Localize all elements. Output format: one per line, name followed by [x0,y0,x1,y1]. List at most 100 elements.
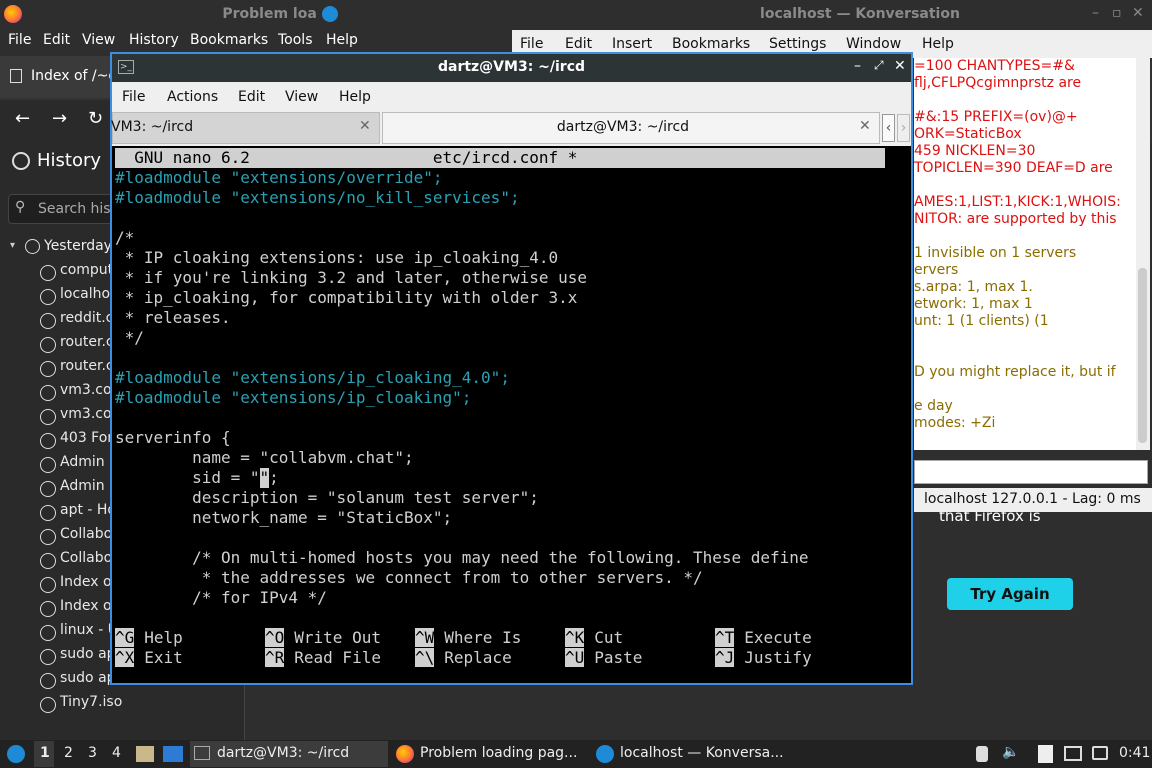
try-again-button[interactable]: Try Again [947,578,1073,610]
network-icon[interactable] [1064,746,1082,761]
kv-scrollbar[interactable] [1136,58,1150,450]
nano-shortcut[interactable]: ^G Help [115,628,183,648]
nano-shortcut[interactable]: ^R Read File [265,648,381,668]
history-item[interactable]: localhos [60,286,117,302]
task-firefox-label[interactable]: Problem loading pag... [420,745,577,761]
kv-menu-insert[interactable]: Insert [612,36,652,52]
tab-close-icon[interactable]: ✕ [859,118,871,134]
konversation-task-icon[interactable] [596,745,614,763]
workspace-2[interactable]: 2 [64,745,73,761]
history-item[interactable]: Admin P [60,454,118,470]
history-item[interactable]: reddit.c [60,310,113,326]
history-item[interactable]: sudo ap [60,646,116,662]
kv-menu-settings[interactable]: Settings [769,36,826,52]
history-item[interactable]: Admin P [60,478,118,494]
term-menu-actions[interactable]: Actions [167,89,218,105]
ff-menu-tools[interactable]: Tools [278,32,313,48]
term-menu-file[interactable]: File [122,89,145,105]
history-item[interactable]: comput [60,262,113,278]
tab-scroll-left-icon[interactable]: ‹ [882,114,895,142]
clock[interactable]: 0:41 [1119,745,1150,761]
nano-shortcut[interactable]: ^K Cut [565,628,623,648]
konversation-chat-log: =100 CHANTYPES=#& flj,CFLPQcgimnprstz are… [914,58,1136,450]
kv-scroll-thumb[interactable] [1138,268,1147,443]
ff-menu-file[interactable]: File [8,32,31,48]
term-menu-edit[interactable]: Edit [238,89,265,105]
workspace-3[interactable]: 3 [88,745,97,761]
nano-shortcut[interactable]: ^U Paste [565,648,642,668]
nano-line: * ip_cloaking, for compatibility with ol… [115,288,578,308]
history-item[interactable]: vm3.co [60,382,112,398]
history-item[interactable]: Index of [60,574,117,590]
history-item[interactable]: sudo ap [60,670,116,686]
nano-shortcut[interactable]: ^J Justify [715,648,812,668]
nano-shortcut-key: ^T [715,628,735,647]
history-item[interactable]: Index of [60,598,117,614]
terminal-tab-2[interactable]: dartz@VM3: ~/ircd ✕ [382,112,880,144]
ff-menu-help[interactable]: Help [326,32,358,48]
nano-shortcut-label: Paste [594,648,643,667]
history-item[interactable]: router.c [60,358,114,374]
minimize-icon[interactable]: – [1092,5,1099,21]
nano-shortcut[interactable]: ^X Exit [115,648,183,668]
nano-line: /* for IPv4 */ [115,588,327,608]
forward-icon[interactable]: → [52,108,67,129]
chat-line: modes: +Zi [914,415,996,431]
history-item[interactable]: Tiny7.iso [60,694,122,710]
tree-expand-icon[interactable]: ▾ [10,240,15,251]
terminal-tab-1[interactable]: VM3: ~/ircd ✕ [111,112,380,144]
tab-scroll-right-icon[interactable]: › [897,114,910,142]
kv-menu-file[interactable]: File [520,36,543,52]
show-desktop-icon[interactable] [163,746,183,762]
nano-shortcut[interactable]: ^W Where Is [415,628,521,648]
app-launcher-icon[interactable] [7,745,25,763]
term-close-icon[interactable]: ✕ [894,58,906,74]
nano-shortcut-key: ^\ [415,648,435,667]
history-item[interactable]: Collabo [60,526,112,542]
workspace-4[interactable]: 4 [112,745,121,761]
ff-menu-view[interactable]: View [82,32,115,48]
nano-line-text: * releases. [115,308,231,327]
globe-icon [40,289,56,305]
close-icon[interactable]: ✕ [1132,5,1144,21]
history-search-input[interactable]: ⚲ Search hist [8,194,118,224]
device-icon[interactable] [976,746,988,762]
kv-menu-window[interactable]: Window [846,36,901,52]
ff-menu-history[interactable]: History [129,32,179,48]
reload-icon[interactable]: ↻ [88,108,103,129]
workspace-1[interactable]: 1 [40,745,50,761]
kv-menu-edit[interactable]: Edit [565,36,592,52]
notification-icon[interactable] [1092,746,1108,760]
file-manager-icon[interactable] [136,746,154,762]
volume-icon[interactable]: 🔈 [1002,744,1019,760]
kv-menu-help[interactable]: Help [922,36,954,52]
ff-menu-edit[interactable]: Edit [43,32,70,48]
tab-close-icon[interactable]: ✕ [359,118,371,134]
nano-editor[interactable]: GNU nano 6.2 etc/ircd.conf * #loadmodule… [112,146,911,683]
term-menu-help[interactable]: Help [339,89,371,105]
history-item[interactable]: router.c [60,334,114,350]
ff-tab[interactable]: Index of /~d [0,56,117,98]
history-group-yesterday[interactable]: Yesterday [44,238,112,254]
term-menu-view[interactable]: View [285,89,318,105]
term-maximize-icon[interactable]: ⤢ [874,58,884,73]
nano-shortcut[interactable]: ^O Write Out [265,628,381,648]
nano-shortcut[interactable]: ^\ Replace [415,648,512,668]
nano-shortcut-label: Justify [744,648,812,667]
back-icon[interactable]: ← [15,108,30,129]
task-konversation-label[interactable]: localhost — Konversa... [620,745,784,761]
history-item[interactable]: apt - Ho [60,502,116,518]
history-search-placeholder: Search hist [38,201,117,217]
firefox-task-icon[interactable] [396,745,414,763]
maximize-icon[interactable]: ▫ [1112,5,1122,21]
kv-menu-bookmarks[interactable]: Bookmarks [672,36,750,52]
nano-shortcut[interactable]: ^T Execute [715,628,812,648]
ff-menu-bookmarks[interactable]: Bookmarks [190,32,268,48]
globe-icon [40,433,56,449]
history-item[interactable]: Collabo [60,550,112,566]
history-item[interactable]: 403 For [60,430,113,446]
term-minimize-icon[interactable]: – [854,58,861,74]
history-item[interactable]: vm3.co [60,406,112,422]
clipboard-icon[interactable] [1038,745,1053,763]
kv-message-input[interactable] [914,460,1148,484]
